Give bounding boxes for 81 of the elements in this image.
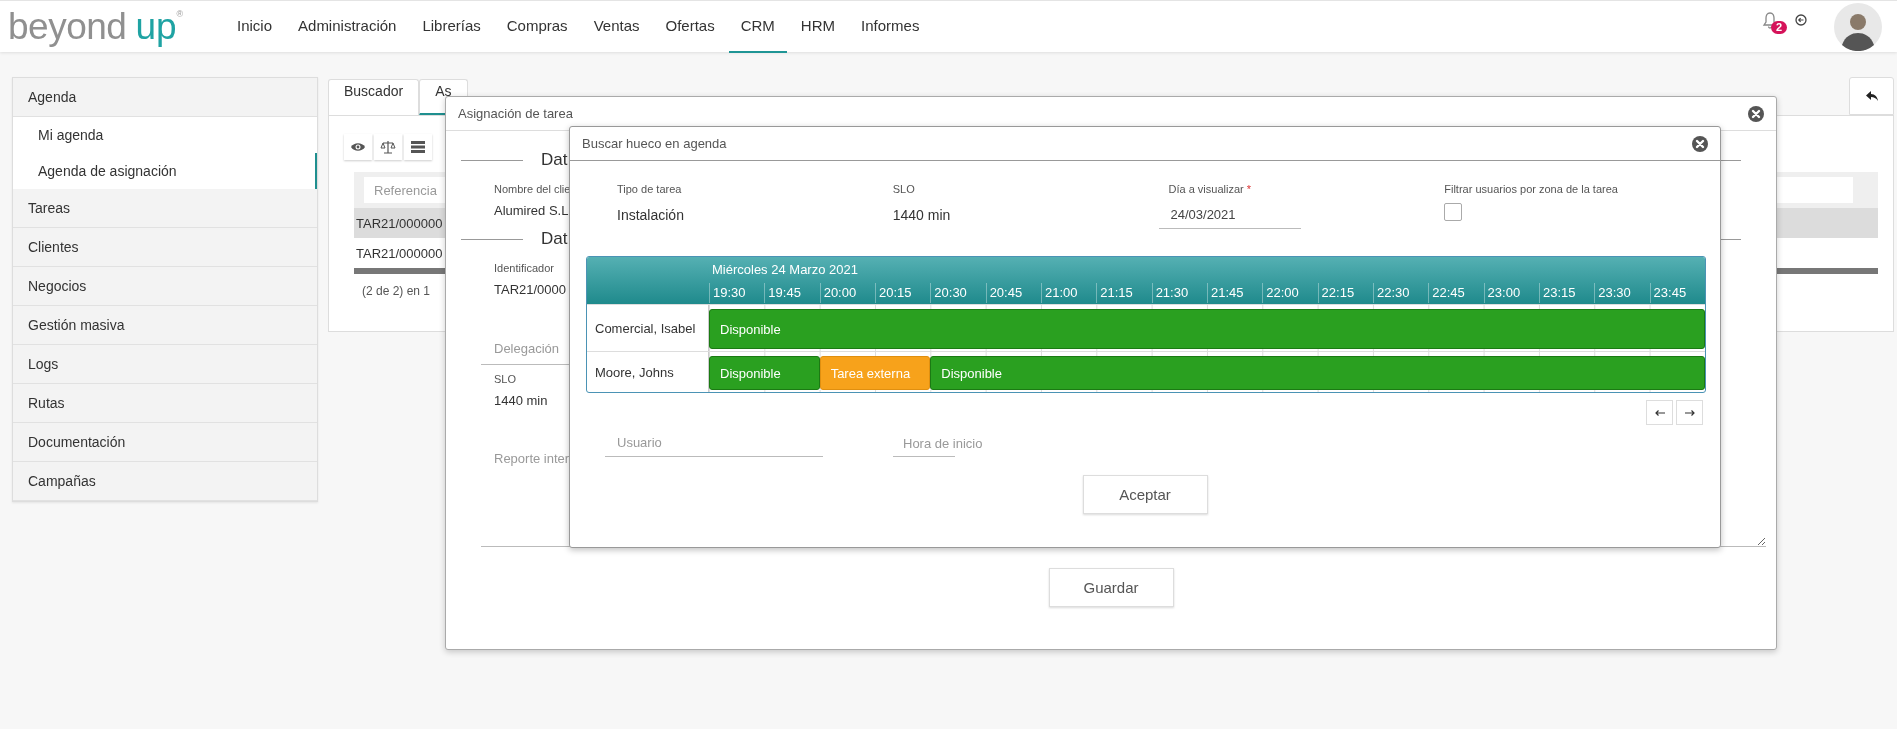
- avatar-icon[interactable]: [1834, 2, 1882, 51]
- time-label: 23:15: [1538, 283, 1595, 303]
- previous-button[interactable]: [1646, 400, 1673, 425]
- nav-item[interactable]: HRM: [788, 0, 848, 53]
- logo-text: up: [135, 6, 177, 47]
- eye-icon: [350, 140, 366, 154]
- field-value: 1440 min: [494, 393, 548, 408]
- nav-item[interactable]: Ofertas: [653, 0, 727, 53]
- sidebar-item[interactable]: Documentación: [13, 423, 317, 462]
- time-label: 19:30: [709, 283, 765, 303]
- time-label: 20:15: [875, 283, 931, 303]
- sidebar-item[interactable]: Gestión masiva: [13, 306, 317, 345]
- field-label: SLO: [494, 373, 516, 385]
- field-value: TAR21/0000: [494, 282, 567, 297]
- time-label: 22:00: [1262, 283, 1318, 303]
- toolbar-button[interactable]: [404, 134, 432, 160]
- checkbox[interactable]: [1444, 203, 1463, 221]
- bell-icon[interactable]: [1762, 10, 1778, 29]
- required-mark: *: [1246, 183, 1252, 195]
- field-label: Identificador: [494, 262, 554, 274]
- left-arrow-icon: [1653, 408, 1666, 417]
- time-label: 21:15: [1096, 283, 1152, 303]
- time-label: 23:45: [1649, 283, 1705, 303]
- time-label: 19:45: [764, 283, 820, 303]
- time-label: 20:45: [985, 283, 1041, 303]
- close-icon[interactable]: [1692, 135, 1708, 152]
- tab[interactable]: Buscador: [328, 79, 420, 115]
- notification-badge: 2: [1771, 20, 1788, 34]
- section-heading: Dat: [541, 229, 568, 249]
- time-label: 22:15: [1317, 283, 1373, 303]
- section-heading: Dat: [541, 150, 568, 170]
- nav-item[interactable]: Administración: [286, 0, 409, 53]
- field-label: Día a visualizar: [1168, 183, 1244, 195]
- list-icon: [410, 140, 426, 154]
- time-label: 20:30: [930, 283, 986, 303]
- nav-item[interactable]: Informes: [849, 0, 932, 53]
- time-label: 23:30: [1594, 283, 1650, 303]
- field-label: Filtrar usuarios por zona de la tarea: [1444, 183, 1619, 195]
- field-label: SLO: [892, 183, 916, 195]
- sidebar-item[interactable]: Tareas: [13, 189, 317, 228]
- time-label: 22:30: [1372, 283, 1429, 303]
- field-value: Alumired S.L: [494, 203, 569, 218]
- sidebar-item[interactable]: Campañas: [13, 462, 317, 501]
- field-value: 1440 min: [892, 207, 952, 223]
- accept-button[interactable]: Aceptar: [1082, 475, 1208, 514]
- reply-arrow-icon: [1864, 90, 1879, 102]
- time-label: 21:45: [1206, 283, 1263, 303]
- sidebar-item[interactable]: Negocios: [13, 267, 317, 306]
- time-label: 21:00: [1040, 283, 1097, 303]
- nav-item[interactable]: Inicio: [225, 0, 285, 53]
- dialog-title: Buscar hueco en agenda: [582, 136, 727, 151]
- sidebar-item[interactable]: Rutas: [13, 384, 317, 423]
- sidebar-subitem[interactable]: Agenda de asignación: [13, 153, 317, 189]
- time-label: 21:30: [1151, 283, 1207, 303]
- nav-item[interactable]: Compras: [494, 0, 580, 53]
- time-label: 23:00: [1483, 283, 1539, 303]
- table-cell: TAR21/000000: [356, 215, 443, 231]
- time-label: 20:00: [819, 283, 875, 303]
- nav-item[interactable]: Ventas: [581, 0, 652, 53]
- next-button[interactable]: [1676, 400, 1703, 425]
- sidebar-subitem[interactable]: Mi agenda: [13, 117, 317, 153]
- date-heading: Miércoles 24 Marzo 2021: [711, 261, 859, 277]
- sidebar-item[interactable]: Clientes: [13, 228, 317, 267]
- scale-icon: [380, 140, 396, 154]
- table-cell: TAR21/000000: [356, 245, 443, 261]
- field-label: Tipo de tarea: [617, 183, 683, 195]
- right-arrow-icon: [1683, 408, 1696, 417]
- save-button[interactable]: Guardar: [1048, 568, 1174, 607]
- time-label: 22:45: [1428, 283, 1484, 303]
- nav-item[interactable]: Librerías: [410, 0, 493, 53]
- nav-item[interactable]: CRM: [728, 0, 787, 53]
- pagination-text: (2 de 2) en 1: [362, 284, 431, 298]
- back-button[interactable]: [1849, 77, 1894, 115]
- field-value: Instalación: [617, 207, 685, 223]
- registered-mark: ®: [176, 8, 184, 19]
- toolbar-button[interactable]: [374, 134, 402, 160]
- logo-text: beyond: [8, 6, 127, 47]
- close-icon[interactable]: [1748, 105, 1764, 122]
- toolbar-button[interactable]: [344, 134, 372, 160]
- sidebar-item[interactable]: Logs: [13, 345, 317, 384]
- logout-icon[interactable]: [1795, 13, 1807, 26]
